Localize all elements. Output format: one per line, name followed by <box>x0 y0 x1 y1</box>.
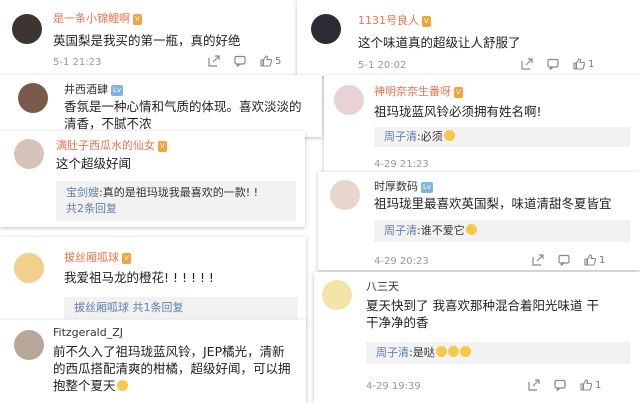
vip-badge-icon: V <box>133 13 142 25</box>
username[interactable]: 井西酒肆 Lv <box>64 81 124 97</box>
timestamp: 5-1 21:23 <box>53 57 102 68</box>
level-badge-icon: Lv <box>111 84 124 96</box>
emoji-icon <box>435 346 447 357</box>
username[interactable]: 八三天 <box>366 278 399 294</box>
comment-actions: 1 <box>514 379 601 391</box>
emoji-icon <box>443 130 455 141</box>
comment-actions: 5 <box>194 55 281 67</box>
avatar[interactable] <box>14 253 44 283</box>
avatar[interactable] <box>311 14 341 44</box>
vip-badge-icon: V <box>158 140 167 152</box>
comment-text: 这个味道真的超级让人舒服了 <box>358 35 521 50</box>
comment-card: 神明奈奈生番呀 V 祖玛珑蓝风铃必须拥有姓名啊! 周子清:必须 4-29 21:2… <box>324 75 640 172</box>
comment-text: 我爱祖马龙的橙花! ! ! ! ! ! <box>64 270 214 285</box>
share-icon[interactable] <box>521 58 533 70</box>
comment-card: 满肚子西瓜水的仙女 V 这个超级好闻 宝剑嫂:真的是祖玛珑我最喜欢的一款! ! 共… <box>0 131 305 227</box>
username[interactable]: 是一条小锦鲤啊 V <box>53 10 142 26</box>
like-button[interactable]: 1 <box>584 254 605 266</box>
emoji-icon <box>116 380 128 391</box>
vip-badge-icon: V <box>454 86 463 98</box>
comment-icon[interactable] <box>558 254 570 266</box>
comment-card: 八三天 夏天快到了 我喜欢那种混合着阳光味道 干 干净净的香 周子清:是哒 4-… <box>314 272 640 403</box>
comment-text: 祖玛珑里最喜欢英国梨，味道清甜冬夏皆宜 <box>374 196 612 211</box>
reply-box[interactable]: 拔丝厢呱球 共1条回复 <box>64 297 298 319</box>
username[interactable]: 时厚数码 Lv <box>374 178 434 194</box>
comment-card: 拔丝厢呱球 V 我爱祖马龙的橙花! ! ! ! ! ! 拔丝厢呱球 共1条回复 <box>0 237 306 323</box>
share-icon[interactable] <box>528 379 540 391</box>
avatar[interactable] <box>322 280 352 310</box>
reply-box[interactable]: 周子清:是哒 <box>366 342 630 364</box>
comment-text: 祖玛珑蓝风铃必须拥有姓名啊! <box>374 104 542 119</box>
thumbs-up-icon <box>584 254 596 266</box>
share-icon[interactable] <box>532 254 544 266</box>
avatar[interactable] <box>14 330 44 360</box>
avatar[interactable] <box>334 85 364 115</box>
username[interactable]: 1131号良人 V <box>358 12 431 28</box>
like-count: 1 <box>588 58 595 70</box>
like-count: 1 <box>599 254 606 266</box>
comment-icon[interactable] <box>554 379 566 391</box>
comment-text: 这个超级好闻 <box>56 156 132 171</box>
thumbs-up-icon <box>260 55 272 67</box>
like-count: 1 <box>595 379 602 391</box>
avatar[interactable] <box>14 139 44 169</box>
timestamp: 5-1 20:02 <box>358 60 407 71</box>
level-badge-icon: Lv <box>421 181 434 193</box>
reply-box[interactable]: 周子清:必须 <box>374 127 630 147</box>
comment-icon[interactable] <box>547 58 559 70</box>
reply-box[interactable]: 宝剑嫂:真的是祖玛珑我最喜欢的一款! ! 共2条回复 <box>56 181 296 221</box>
comment-icon[interactable] <box>234 55 246 67</box>
emoji-icon <box>447 346 459 357</box>
comment-card: 时厚数码 Lv 祖玛珑里最喜欢英国梨，味道清甜冬夏皆宜 周子清:谁不爱它 4-29… <box>318 172 640 270</box>
comment-card: 井西酒肆 Lv 香氛是一种心情和气质的体现。喜欢淡淡的 清香，不腻不浓 <box>0 75 322 137</box>
vip-badge-icon: V <box>422 15 431 27</box>
emoji-icon <box>459 346 471 357</box>
comment-text: 夏天快到了 我喜欢那种混合着阳光味道 干 干净净的香 <box>366 298 599 330</box>
timestamp: 4-29 21:23 <box>374 159 429 170</box>
view-replies-link[interactable]: 共1条回复 <box>133 301 184 314</box>
comment-text: 前不久入了祖玛珑蓝风铃，JEP橘光，清新 的西瓜搭配清爽的柑橘，超级好闻，可以拥… <box>53 344 291 393</box>
comment-actions: 1 <box>518 254 605 266</box>
thumbs-up-icon <box>580 379 592 391</box>
username[interactable]: Fitzgerald_ZJ <box>53 326 123 339</box>
emoji-icon <box>465 224 477 235</box>
thumbs-up-icon <box>573 58 585 70</box>
comment-card: Fitzgerald_ZJ 前不久入了祖玛珑蓝风铃，JEP橘光，清新 的西瓜搭配… <box>0 320 306 403</box>
like-button[interactable]: 5 <box>260 55 281 67</box>
username[interactable]: 拔丝厢呱球 V <box>64 249 131 265</box>
share-icon[interactable] <box>208 55 220 67</box>
reply-box[interactable]: 周子清:谁不爱它 <box>374 220 630 242</box>
avatar[interactable] <box>330 180 360 210</box>
view-replies-link[interactable]: 共2条回复 <box>66 201 286 217</box>
comment-text: 英国梨是我买的第一瓶，真的好绝 <box>53 33 241 48</box>
avatar[interactable] <box>12 14 42 44</box>
like-button[interactable]: 1 <box>573 58 594 70</box>
vip-badge-icon: V <box>122 252 131 264</box>
avatar[interactable] <box>18 83 48 113</box>
timestamp: 4-29 19:39 <box>366 381 421 392</box>
comment-card: 1131号良人 V 这个味道真的超级让人舒服了 5-1 20:02 1 <box>297 0 640 76</box>
comment-actions: 1 <box>507 58 594 70</box>
like-count: 5 <box>275 55 282 67</box>
username[interactable]: 神明奈奈生番呀 V <box>374 83 463 99</box>
timestamp: 4-29 20:23 <box>374 256 429 267</box>
like-button[interactable]: 1 <box>580 379 601 391</box>
username[interactable]: 满肚子西瓜水的仙女 V <box>56 137 167 153</box>
comment-card: 是一条小锦鲤啊 V 英国梨是我买的第一瓶，真的好绝 5-1 21:23 5 <box>0 0 304 76</box>
comment-text: 香氛是一种心情和气质的体现。喜欢淡淡的 清香，不腻不浓 <box>64 99 302 131</box>
